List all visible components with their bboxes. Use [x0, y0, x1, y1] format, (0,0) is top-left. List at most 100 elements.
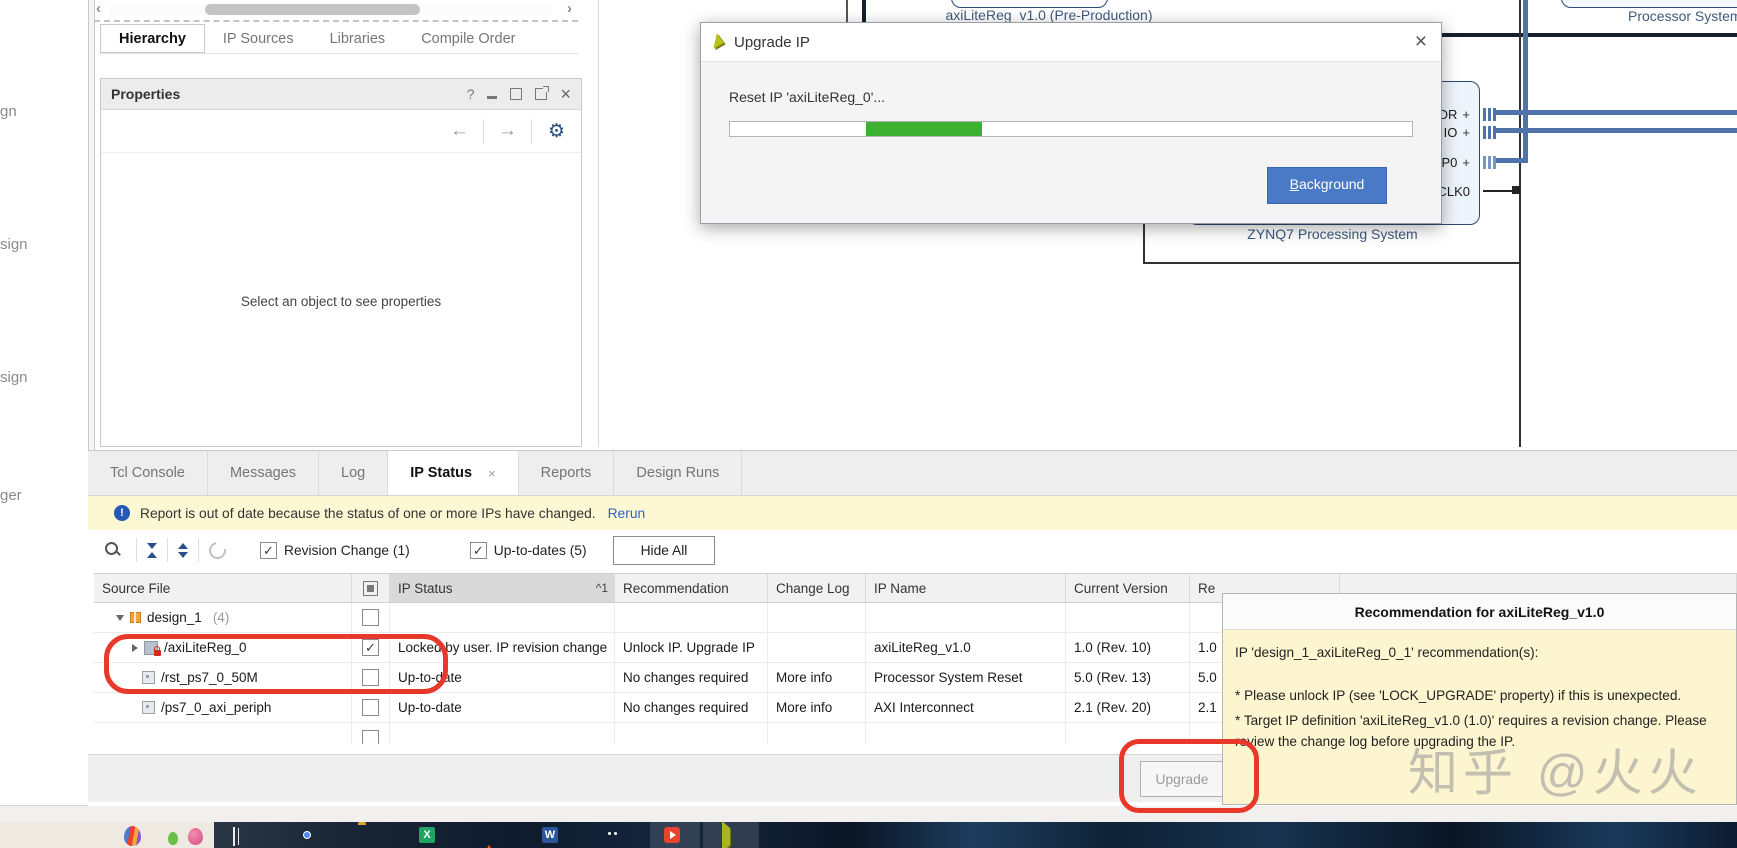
up-to-dates-checkbox[interactable]: ✓ [469, 541, 487, 559]
tab-libraries[interactable]: Libraries [312, 24, 404, 53]
progress-fill [866, 122, 983, 136]
recommendation-line: IP 'design_1_axiLiteReg_0_1' recommendat… [1235, 645, 1539, 660]
tab-ip-sources[interactable]: IP Sources [205, 24, 312, 53]
ip-name-cell: axiLiteReg_v1.0 [866, 633, 1066, 663]
progress-bar [729, 121, 1413, 137]
balloon-icon [168, 832, 178, 845]
results-tabbar: Tcl Console Messages Log IP Status × Repo… [88, 451, 1737, 496]
zynq-port-fixedio[interactable]: IO + [1444, 125, 1470, 140]
minimize-icon[interactable] [487, 96, 498, 99]
properties-title: Properties [111, 86, 181, 102]
col-recommendation[interactable]: Recommendation [615, 574, 768, 602]
selection-edge [1143, 222, 1145, 263]
fixedio-bus [1496, 128, 1737, 133]
scrollbar-track[interactable] [110, 4, 552, 15]
tab-tcl-console[interactable]: Tcl Console [88, 451, 208, 495]
ip-status-toolbar: ✓ Revision Change (1) ✓ Up-to-dates (5) … [88, 530, 1737, 570]
revision-change-checkbox[interactable]: ✓ [260, 541, 277, 559]
tab-messages[interactable]: Messages [208, 451, 320, 495]
selection-edge [1143, 262, 1520, 264]
properties-empty-message: Select an object to see properties [240, 294, 442, 309]
more-info-link[interactable]: More info [768, 663, 866, 693]
tab-close-icon[interactable]: × [488, 466, 496, 481]
status-strip [0, 805, 1737, 823]
float-icon[interactable] [535, 86, 550, 100]
balloon-icon [124, 826, 141, 846]
rerun-link[interactable]: Rerun [608, 506, 646, 521]
maximize-icon[interactable] [510, 88, 523, 100]
expand-all-icon[interactable] [178, 542, 188, 558]
chevron-down-icon[interactable] [116, 614, 124, 621]
current-version-cell: 5.0 (Rev. 13) [1066, 663, 1190, 693]
ip-status-cell: Up-to-date [390, 693, 615, 723]
bus-hash-icon [1483, 156, 1496, 169]
up-to-dates-label: Up-to-dates (5) [493, 542, 587, 558]
word-icon[interactable]: W [542, 827, 558, 843]
excel-icon[interactable]: X [419, 827, 435, 843]
tab-compile-order[interactable]: Compile Order [403, 24, 533, 53]
tab-ip-status[interactable]: IP Status × [388, 451, 519, 495]
annotation-circle-row [104, 634, 448, 694]
bus-hash-icon [1483, 108, 1496, 121]
collapse-all-icon[interactable] [147, 542, 157, 558]
expand-plus-icon[interactable]: + [1462, 107, 1470, 122]
axilite-block-label: axiLiteReg_v1.0 (Pre-Production) [945, 7, 1153, 23]
ip-name-cell: Processor System Reset [866, 663, 1066, 693]
col-ip-status[interactable]: IP Status ^1 [390, 574, 615, 602]
expand-plus-icon[interactable]: + [1462, 155, 1470, 170]
zynq-port-ddr[interactable]: DR + [1439, 107, 1470, 122]
select-all-checkbox-icon[interactable] [363, 580, 378, 596]
row-checkbox[interactable] [362, 729, 379, 744]
forward-icon[interactable]: → [484, 120, 531, 142]
matlab-icon[interactable] [481, 828, 497, 848]
recommendation-link[interactable]: Unlock IP. Upgrade IP [615, 633, 768, 663]
row-checkbox[interactable] [362, 609, 379, 626]
col-change-log[interactable]: Change Log [768, 574, 866, 602]
ps-reset-block[interactable] [1561, 0, 1737, 8]
tab-design-runs[interactable]: Design Runs [614, 451, 743, 495]
expand-plus-icon[interactable]: + [1462, 125, 1470, 140]
scrollbar-thumb[interactable] [205, 4, 420, 15]
close-icon[interactable]: × [560, 85, 571, 103]
dialog-close-icon[interactable]: × [1415, 31, 1427, 52]
hide-all-button[interactable]: Hide All [612, 535, 716, 565]
gp0-bus-vertical [1523, 0, 1528, 163]
background-button[interactable]: Background [1267, 167, 1387, 204]
scroll-right-icon[interactable]: › [567, 0, 572, 17]
col-source-file[interactable]: Source File [94, 574, 352, 602]
row-checkbox[interactable] [362, 699, 379, 716]
media-play-icon[interactable] [664, 827, 680, 843]
scroll-left-icon[interactable]: ‹ [96, 0, 101, 17]
tab-hierarchy[interactable]: Hierarchy [100, 24, 205, 53]
recommendation-line: * Please unlock IP (see 'LOCK_UPGRADE' p… [1235, 688, 1682, 704]
zynq-port-clk0[interactable]: CLK0 [1437, 184, 1470, 199]
col-ip-name[interactable]: IP Name [866, 574, 1066, 602]
ip-icon [142, 701, 155, 714]
hierarchy-scrollbar[interactable]: ‹ › [94, 0, 578, 18]
bus-hash-icon [1483, 126, 1496, 139]
zynq-block-label: ZYNQ7 Processing System [1247, 226, 1418, 242]
flow-nav-fragment: sign [0, 369, 28, 386]
active-app-tile [703, 822, 759, 848]
search-icon[interactable] [104, 541, 122, 559]
back-icon[interactable]: ← [436, 120, 483, 142]
col-select-all[interactable] [352, 574, 390, 602]
help-icon[interactable]: ? [467, 86, 475, 102]
dialog-titlebar[interactable]: Upgrade IP × [701, 23, 1441, 62]
watermark: 知乎 @火火 [1408, 745, 1703, 801]
task-view-icon[interactable] [233, 827, 235, 846]
vivado-icon[interactable] [722, 821, 730, 848]
zynq-port-gp0[interactable]: P0 + [1442, 155, 1471, 170]
status-warning-bar: ! Report is out of date because the stat… [88, 496, 1737, 530]
tab-log[interactable]: Log [319, 451, 389, 495]
flow-nav-fragment: sign [0, 236, 28, 253]
tab-reports[interactable]: Reports [519, 451, 615, 495]
gear-icon[interactable]: ⚙ [532, 120, 565, 143]
taskbar-wallpaper [214, 822, 1737, 848]
warning-text: Report is out of date because the status… [140, 505, 596, 521]
more-info-link[interactable]: More info [768, 693, 866, 723]
col-current-version[interactable]: Current Version [1066, 574, 1190, 602]
refresh-icon[interactable] [205, 538, 230, 562]
balloon-icon [188, 828, 203, 845]
info-icon: ! [114, 505, 130, 521]
